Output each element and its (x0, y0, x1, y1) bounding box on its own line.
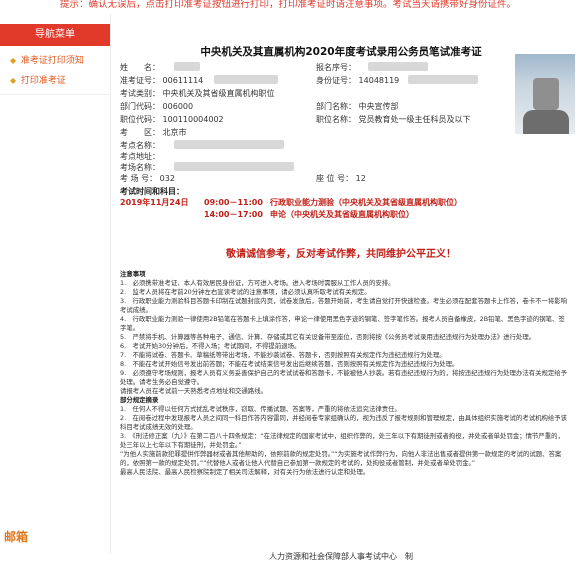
regno-label: 报名序号： (316, 63, 356, 72)
photo-body (523, 110, 569, 134)
bullet-icon: ◆ (10, 76, 17, 85)
region-row: 考 区： 北京市 (120, 127, 187, 138)
notes-heading: 注意事项 (120, 270, 146, 278)
seat-value: 12 (355, 174, 366, 183)
sidebar-item-label: 打印准考证 (20, 76, 66, 86)
notes-line: 1. 必须携带准考证、本人有效居民身份证，方可进入考场。进入考场时需服从工作人员… (120, 279, 395, 287)
examno-value: 00611114 (162, 76, 204, 85)
site-label: 考点名称： (120, 141, 160, 150)
sidebar-item-print-ticket[interactable]: ◆ 打印准考证 (10, 72, 105, 90)
school-blurred (174, 162, 294, 171)
admission-ticket: 中央机关及其直属机构2020年度考试录用公务员笔试准考证 姓 名： 报名序号： … (112, 30, 575, 561)
site-row: 考点名称： (120, 140, 160, 151)
schedule-time-2: 14:00－17:00 (204, 210, 263, 219)
examno-blurred (214, 75, 278, 84)
rules-heading: 部分规定摘录 (120, 396, 159, 404)
notes-line: 8. 不能在考试开始信号发出前答题；不能在考试结束信号发出后继续答题，否则按照有… (120, 360, 459, 368)
notes-line: 9. 必须遵守考场规则，报考人员有义务妥善保护自己的考试试卷和答题卡，不能被他人… (120, 369, 568, 386)
notes-line: 4. 行政职业能力测验一律使用2B铅笔在答题卡上填涂作答，申论一律使用黑色字迹的… (120, 315, 565, 332)
candidate-photo (515, 54, 575, 134)
top-notice-text: 提示：确认无误后，点击打印准考证按钮进行打印，打印准考证时请注意事项。考试当天请… (60, 0, 517, 10)
poscode-value: 100110004002 (162, 115, 224, 124)
schedule-date-1: 2019年11月24日 (120, 198, 189, 207)
category-label: 考试类别： (120, 89, 160, 98)
posname-label: 职位名称： (316, 115, 356, 124)
sidebar-item-label: 准考证打印须知 (20, 56, 84, 66)
posname-row: 职位名称： 党员教育处一级主任科员及以下 (316, 114, 471, 125)
site-blurred (174, 140, 284, 149)
schedule-subject-1: 行政职业能力测验（中央机关及其省级直属机构职位） (270, 198, 462, 207)
examno-label: 准考证号： (120, 76, 160, 85)
notes-line: 3. 行政职业能力测验科目答题卡印制在试题封底内页，试卷发放后，答题开始前，考生… (120, 297, 568, 314)
sidebar-footer-label: 邮箱 (4, 530, 29, 544)
notes-line: “为他人实施前款犯罪提供作弊器材或者其他帮助的，依照前款的规定处罚。”“为实施考… (120, 450, 562, 467)
deptname-label: 部门名称： (316, 102, 356, 111)
name-label: 姓 名： (120, 63, 160, 72)
sidebar-divider (0, 94, 110, 95)
poscode-row: 职位代码： 100110004002 (120, 114, 224, 125)
sidebar-item-print-notice[interactable]: ◆ 准考证打印须知 (10, 52, 105, 70)
sidebar-header: 导航菜单 (0, 24, 110, 46)
notes-line: 最高人民法院、最高人民检察院制定了相关司法解释，对有关行为依法进行认定和处理。 (120, 468, 370, 476)
idno-label: 身份证号： (316, 76, 356, 85)
schedule-header: 考试时间和科目： (120, 187, 184, 196)
room-label: 考 场 号： (120, 174, 158, 183)
name-row: 姓 名： (120, 62, 160, 73)
notes-line: 2. 监考人员将在考前20分钟左右宣读考试的注意事项，请必须认真听取考试有关规定… (120, 288, 371, 296)
addr-label: 考点地址： (120, 152, 160, 161)
seat-label: 座 位 号： (316, 174, 354, 183)
idno-value: 14048119 (358, 76, 400, 85)
schedule-subject-2: 申论（中央机关及其省级直属机构职位） (270, 210, 414, 219)
notes-line: 2. 在阅卷过程中发现报考人员之间同一科目作答内容雷同，并经阅卷专家组确认的，视… (120, 414, 568, 431)
category-value: 中央机关及其省级直属机构职位 (162, 89, 275, 98)
bullet-icon: ◆ (10, 56, 17, 65)
addr-row: 考点地址： (120, 151, 160, 162)
notes-line: 7. 不能将试卷、答题卡、草稿纸等带出考场，不能抄袭试卷、答题卡，否则按照有关规… (120, 351, 446, 359)
notes-line: 请报考人员在考试前一天熟悉考点地址和交通路线。 (120, 387, 267, 395)
seat-row: 座 位 号： 12 (316, 173, 366, 184)
category-row: 考试类别： 中央机关及其省级直属机构职位 (120, 88, 275, 99)
examno-row: 准考证号： 00611114 (120, 75, 203, 86)
ticket-title: 中央机关及其直属机构2020年度考试录用公务员笔试准考证 (200, 46, 482, 58)
top-notice-bar: 提示：确认无误后，点击打印准考证按钮进行打印，打印准考证时请注意事项。考试当天请… (0, 0, 576, 14)
notes-line: 6. 考试开始30分钟后，不得入场；考试期间，不得提前退场。 (120, 342, 301, 350)
idno-row: 身份证号： 14048119 (316, 75, 399, 86)
school-label: 考场名称： (120, 163, 160, 172)
deptname-value: 中央宣传部 (358, 102, 399, 111)
notes-line: 5. 严禁将手机、计算器等各种电子、通信、计算、存储或其它有关设备带至座位，否则… (120, 333, 536, 341)
room-value: 032 (159, 174, 175, 183)
poscode-label: 职位代码： (120, 115, 160, 124)
schedule-time-1: 09:00－11:00 (204, 198, 263, 207)
deptname-row: 部门名称： 中央宣传部 (316, 101, 399, 112)
room-row: 考 场 号： 032 (120, 173, 175, 184)
deptcode-value: 006000 (162, 102, 194, 111)
deptcode-row: 部门代码： 006000 (120, 101, 193, 112)
idno-blurred (408, 75, 478, 84)
school-row: 考场名称： (120, 162, 160, 173)
photo-head-blurred (533, 78, 559, 110)
integrity-slogan: 敬请诚信参考，反对考试作弊，共同维护公平正义！ (226, 249, 456, 260)
regno-row: 报名序号： (316, 62, 356, 73)
notes-section: 注意事项 1. 必须携带准考证、本人有效居民身份证，方可进入考场。进入考场时需服… (120, 270, 568, 477)
sidebar: 导航菜单 ◆ 准考证打印须知 ◆ 打印准考证 邮箱 (0, 14, 111, 553)
notes-line: 3. 《刑法修正案（九）》在第二百八十四条规定：“在法律规定的国家考试中，组织作… (120, 432, 564, 449)
deptcode-label: 部门代码： (120, 102, 160, 111)
region-label: 考 区： (120, 128, 160, 137)
region-value: 北京市 (162, 128, 187, 137)
regno-blurred (368, 62, 428, 71)
name-blurred (174, 62, 200, 71)
posname-value: 党员教育处一级主任科员及以下 (358, 115, 471, 124)
notes-line: 1. 任何人不得以任何方式扰乱考试秩序，窃取、传播试题、答案等，严重的将依法追究… (120, 405, 401, 413)
